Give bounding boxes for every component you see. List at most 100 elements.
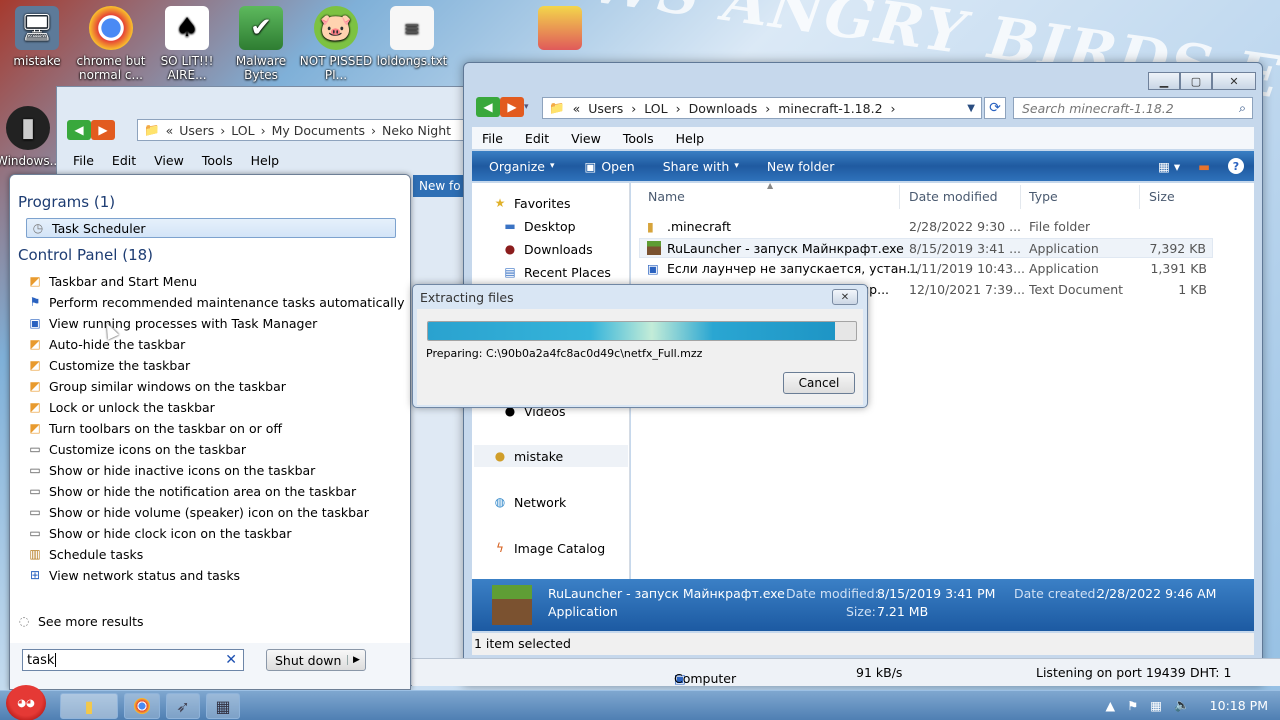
back-arrow-icon[interactable]: ◀ (476, 97, 500, 117)
cp-item[interactable]: ◩ Lock or unlock the taskbar (27, 397, 215, 417)
see-more-results[interactable]: ◌ See more results (16, 611, 144, 631)
cp-item[interactable]: ▣ View running processes with Task Manage… (27, 313, 317, 333)
menu-help[interactable]: Help (676, 131, 705, 146)
bg-address-bar[interactable]: 📁 « Users › LOL › My Documents › Neko Night (137, 119, 477, 141)
open-button[interactable]: ▣ Open (585, 159, 635, 174)
forward-arrow-icon[interactable]: ▶ (500, 97, 524, 117)
speaker-icon[interactable]: 🔈 (1174, 697, 1190, 713)
view-options-icon[interactable]: ▦ ▾ (1158, 159, 1180, 174)
breadcrumb-item[interactable]: Neko Night (382, 123, 451, 138)
bg-nav-buttons[interactable]: ◀ ▶ (67, 120, 115, 140)
cancel-button[interactable]: Cancel (783, 372, 855, 394)
help-icon[interactable]: ? (1228, 158, 1244, 174)
menu-help[interactable]: Help (251, 153, 280, 168)
desktop-icon-malware[interactable]: ✔ Malware Bytes (222, 0, 300, 88)
share-with-button[interactable]: Share with ▾ (663, 159, 739, 174)
close-button[interactable]: ✕ (1212, 72, 1256, 90)
forward-arrow-icon[interactable]: ▶ (91, 120, 115, 140)
breadcrumb-item[interactable]: minecraft-1.18.2 (778, 101, 882, 116)
desktop-icon-pig[interactable]: 🐷 NOT PISSED PI... (297, 0, 375, 88)
menu-file[interactable]: File (73, 153, 94, 168)
back-arrow-icon[interactable]: ◀ (67, 120, 91, 140)
column-size[interactable]: Size (1149, 189, 1175, 204)
desktop-icon-solit[interactable]: ♠ SO LIT!!! AIRE... (148, 0, 226, 88)
organize-button[interactable]: Organize ▾ (489, 159, 555, 174)
extracting-files-dialog[interactable]: Extracting files ✕ Preparing: C:\90b0a2a… (412, 284, 868, 408)
cp-item[interactable]: ▭ Customize icons on the taskbar (27, 439, 246, 459)
column-name[interactable]: Name (648, 189, 685, 204)
address-dropdown-icon[interactable]: ▼ (967, 103, 975, 114)
menu-tools[interactable]: Tools (623, 131, 654, 146)
breadcrumb-item[interactable]: My Documents (272, 123, 365, 138)
nav-mistake[interactable]: ● mistake (474, 445, 628, 467)
recent-pages-dropdown[interactable]: ▾ (524, 97, 538, 117)
shutdown-options-icon[interactable]: ▶ (347, 655, 365, 665)
cp-item[interactable]: ▭ Show or hide volume (speaker) icon on t… (27, 502, 369, 522)
nav-desktop[interactable]: ▬ Desktop (502, 218, 575, 234)
speed-readout: 91 kB/s (856, 665, 903, 680)
table-row[interactable]: ▣ Если лаунчер не запускается, устан... … (639, 259, 1213, 279)
menu-file[interactable]: File (482, 131, 503, 146)
cp-item[interactable]: ▭ Show or hide inactive icons on the task… (27, 460, 315, 480)
progress-fill (428, 322, 835, 340)
breadcrumb-item[interactable]: LOL (644, 101, 667, 116)
cp-item[interactable]: ◩ Taskbar and Start Menu (27, 271, 197, 291)
search-icon[interactable]: ⌕ (1239, 100, 1246, 116)
column-date-modified[interactable]: Date modified (909, 189, 998, 204)
nav-image-catalog[interactable]: ϟ Image Catalog (492, 540, 605, 556)
clear-search-icon[interactable]: ✕ (225, 652, 237, 668)
dialog-close-button[interactable]: ✕ (832, 289, 858, 305)
new-folder-button[interactable]: New folder (767, 159, 835, 174)
show-hidden-icons[interactable]: ▲ (1105, 698, 1115, 713)
start-button[interactable]: ◕◕ (4, 685, 52, 720)
breadcrumb-item[interactable]: Downloads (689, 101, 758, 116)
clock[interactable]: 10:18 PM (1210, 698, 1268, 713)
preview-pane-icon[interactable]: ▬ (1198, 159, 1210, 174)
taskbar-network-tool[interactable]: ▦ (206, 693, 240, 719)
taskbar-chrome[interactable] (124, 693, 160, 719)
desktop-icon-mistake[interactable]: 🖥 mistake (0, 0, 76, 88)
desktop-icon-loldongs[interactable]: ≡ loldongs.txt (373, 0, 451, 88)
desktop-icon-chrome[interactable]: chrome but normal c... (72, 0, 150, 88)
recent-places-icon: ▤ (504, 265, 516, 279)
table-row[interactable]: ▮ .minecraft 2/28/2022 9:30 ... File fol… (639, 217, 1213, 237)
breadcrumb-item[interactable]: Users (179, 123, 214, 138)
cp-item[interactable]: ◩ Turn toolbars on the taskbar on or off (27, 418, 282, 438)
cp-item[interactable]: ▥ Schedule tasks (27, 544, 143, 564)
progress-message: Preparing: C:\90b0a2a4fc8ac0d49c\netfx_F… (426, 347, 703, 360)
nav-recent-places[interactable]: ▤ Recent Places (502, 264, 611, 280)
control-panel-header[interactable]: Control Panel (18) (18, 246, 153, 264)
maximize-button[interactable]: ▢ (1180, 72, 1212, 90)
menu-view[interactable]: View (154, 153, 184, 168)
nav-network[interactable]: ◍ Network (492, 494, 566, 510)
taskbar-explorer[interactable]: ▮ (60, 693, 118, 719)
breadcrumb-item[interactable]: Users (588, 101, 623, 116)
shutdown-button[interactable]: Shut down ▶ (266, 649, 366, 671)
menu-tools[interactable]: Tools (202, 153, 233, 168)
network-icon[interactable]: ▦ (1150, 698, 1162, 713)
search-input[interactable]: Search minecraft-1.18.2 ⌕ (1013, 97, 1253, 119)
menu-edit[interactable]: Edit (112, 153, 136, 168)
column-type[interactable]: Type (1029, 189, 1058, 204)
table-row[interactable]: RuLauncher - запуск Майнкрафт.exe 8/15/2… (639, 238, 1213, 258)
cp-item[interactable]: ⚑ Perform recommended maintenance tasks a… (27, 292, 405, 312)
flag-icon[interactable]: ⚑ (1127, 698, 1138, 713)
minimize-button[interactable]: ▁ (1148, 72, 1180, 90)
start-search-input[interactable]: task ✕ (22, 649, 244, 671)
taskbar-rocket[interactable]: ➶ (166, 693, 200, 719)
result-task-scheduler[interactable]: ◷ Task Scheduler (26, 218, 396, 238)
cp-item[interactable]: ◩ Group similar windows on the taskbar (27, 376, 286, 396)
cp-item[interactable]: ▭ Show or hide clock icon on the taskbar (27, 523, 291, 543)
refresh-button[interactable]: ⟳ (984, 97, 1006, 119)
menu-view[interactable]: View (571, 131, 601, 146)
breadcrumb-item[interactable]: LOL (231, 123, 254, 138)
cp-item[interactable]: ▭ Show or hide the notification area on t… (27, 481, 356, 501)
cp-item[interactable]: ⊞ View network status and tasks (27, 565, 240, 585)
menu-edit[interactable]: Edit (525, 131, 549, 146)
start-menu[interactable]: Programs (1) ◷ Task Scheduler Control Pan… (9, 174, 411, 690)
cp-item[interactable]: ◩ Customize the taskbar (27, 355, 190, 375)
nav-downloads[interactable]: ● Downloads (502, 241, 593, 257)
address-bar[interactable]: 📁 « Users › LOL › Downloads › minecraft-1.1… (542, 97, 982, 119)
programs-header[interactable]: Programs (1) (18, 193, 115, 211)
nav-favorites[interactable]: ★ Favorites (492, 195, 571, 211)
